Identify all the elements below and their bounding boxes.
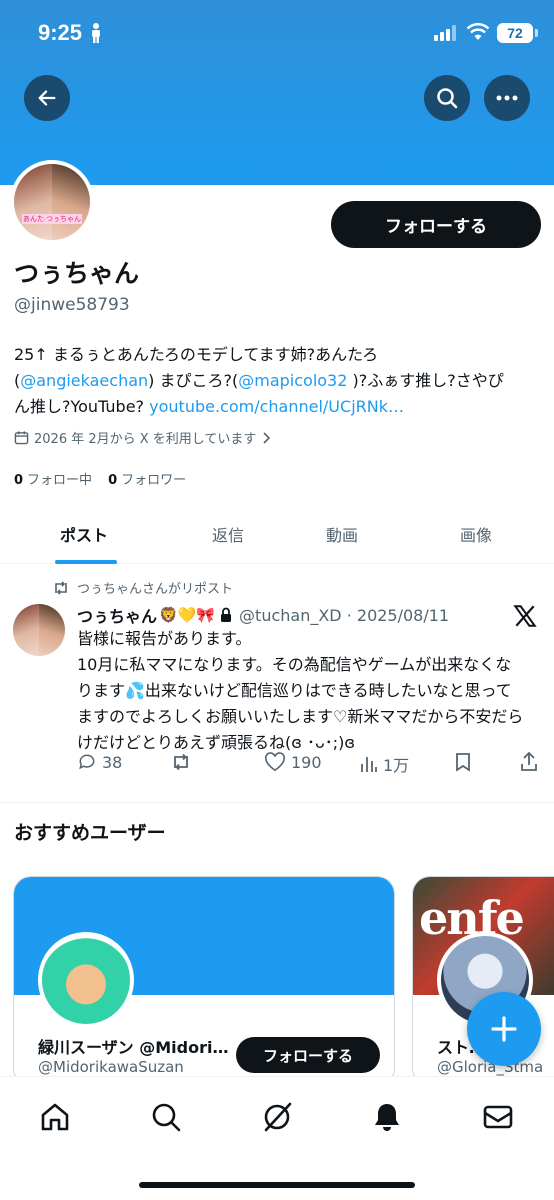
reply-button[interactable]: 38 <box>77 752 122 772</box>
tab-videos[interactable]: 動画 <box>326 522 358 546</box>
active-tab-indicator <box>55 560 117 564</box>
display-name: つぅちゃん <box>14 259 140 288</box>
follow-button[interactable]: フォローする <box>331 201 541 248</box>
nav-search[interactable] <box>146 1097 186 1137</box>
status-time: 9:25 <box>38 20 83 45</box>
repost-indicator: つぅちゃんさんがリポスト <box>52 578 233 597</box>
repost-button[interactable] <box>170 752 192 772</box>
like-button[interactable]: 190 <box>264 752 322 772</box>
recommended-user-card[interactable]: 緑川スーザン @Midori… @MidorikawaSuzan フォローする <box>13 876 395 1086</box>
post-text[interactable]: 皆様に報告があります。 10月に私ママになります。その為配信やゲームが出来なくな… <box>77 626 542 756</box>
views-icon <box>361 757 377 772</box>
recommended-title: おすすめユーザー <box>14 822 166 844</box>
status-bar: 9:25 72 <box>0 0 554 66</box>
nav-home[interactable] <box>35 1097 75 1137</box>
tab-media[interactable]: 画像 <box>460 522 492 546</box>
person-icon <box>92 23 100 43</box>
post-actions: 38 190 1万 <box>0 752 554 778</box>
post-meta: @tuchan_XD · 2025/08/11 <box>239 605 450 625</box>
share-icon <box>521 752 537 771</box>
profile-handle: @jinwe58793 <box>14 295 130 315</box>
reply-icon <box>79 754 95 770</box>
battery-tip <box>535 29 538 37</box>
card-handle: @MidorikawaSuzan <box>38 1058 184 1076</box>
following-count-link[interactable]: 0 フォロー中 <box>14 469 92 488</box>
nav-messages[interactable] <box>478 1097 518 1137</box>
compose-button[interactable] <box>467 992 541 1066</box>
bell-icon <box>375 1104 399 1131</box>
post-author-avatar[interactable] <box>13 604 65 656</box>
grok-icon <box>264 1102 292 1132</box>
tab-replies[interactable]: 返信 <box>212 522 244 546</box>
search-icon <box>437 88 458 109</box>
lock-icon <box>221 607 232 622</box>
home-indicator <box>139 1182 415 1188</box>
post-header: つぅちゃん 🦁💛🎀 @tuchan_XD · 2025/08/11 <box>77 603 449 627</box>
chevron-right-icon <box>263 431 271 444</box>
bookmark-button[interactable] <box>455 752 471 772</box>
tab-posts[interactable]: ポスト <box>60 522 108 546</box>
mail-icon <box>483 1105 513 1129</box>
profile-tabs: ポスト 返信 動画 画像 <box>0 506 554 564</box>
search-icon <box>152 1103 181 1132</box>
repost-icon <box>174 753 188 771</box>
followers-count-link[interactable]: 0 フォロワー <box>108 469 186 488</box>
post-author-name[interactable]: つぅちゃん <box>77 603 157 627</box>
bookmark-icon <box>456 753 470 772</box>
back-button[interactable] <box>24 75 70 121</box>
more-button[interactable] <box>484 75 530 121</box>
wifi-icon <box>466 22 490 40</box>
bio-mention-mapicolo32[interactable]: @mapicolo32 <box>238 371 347 390</box>
more-icon <box>496 95 518 101</box>
card-name: 緑川スーザン @Midori… <box>38 1038 229 1057</box>
profile-bio: 25↑ まるぅとあんたろのモデしてます姉?あんたろ (@angiekaechan… <box>14 345 504 416</box>
post-author-emoji: 🦁💛🎀 <box>159 606 216 624</box>
home-icon <box>41 1103 69 1131</box>
signal-icon <box>434 25 456 41</box>
nav-grok[interactable] <box>257 1097 297 1137</box>
nav-notifications[interactable] <box>367 1097 407 1137</box>
card-follow-button[interactable]: フォローする <box>236 1037 380 1073</box>
share-button[interactable] <box>520 752 538 772</box>
views-button[interactable]: 1万 <box>360 752 409 776</box>
search-button[interactable] <box>424 75 470 121</box>
bio-youtube-link[interactable]: youtube.com/channel/UCjRNk… <box>149 397 404 416</box>
bio-mention-angiekaechan[interactable]: @angiekaechan <box>20 371 148 390</box>
card-avatar <box>38 932 134 1028</box>
joined-date[interactable]: 2026 年 2月から X を利用しています <box>14 428 271 447</box>
back-arrow-icon <box>38 90 56 106</box>
follow-counts: 0 フォロー中 0 フォロワー <box>14 469 186 488</box>
calendar-icon <box>14 431 29 445</box>
section-divider <box>0 802 554 803</box>
battery-indicator: 72 <box>497 23 533 43</box>
compose-plus-icon <box>491 1016 517 1042</box>
repost-icon <box>55 580 67 595</box>
profile-avatar[interactable]: あんたろ つぅちゃん <box>10 160 94 244</box>
like-icon <box>264 752 286 772</box>
